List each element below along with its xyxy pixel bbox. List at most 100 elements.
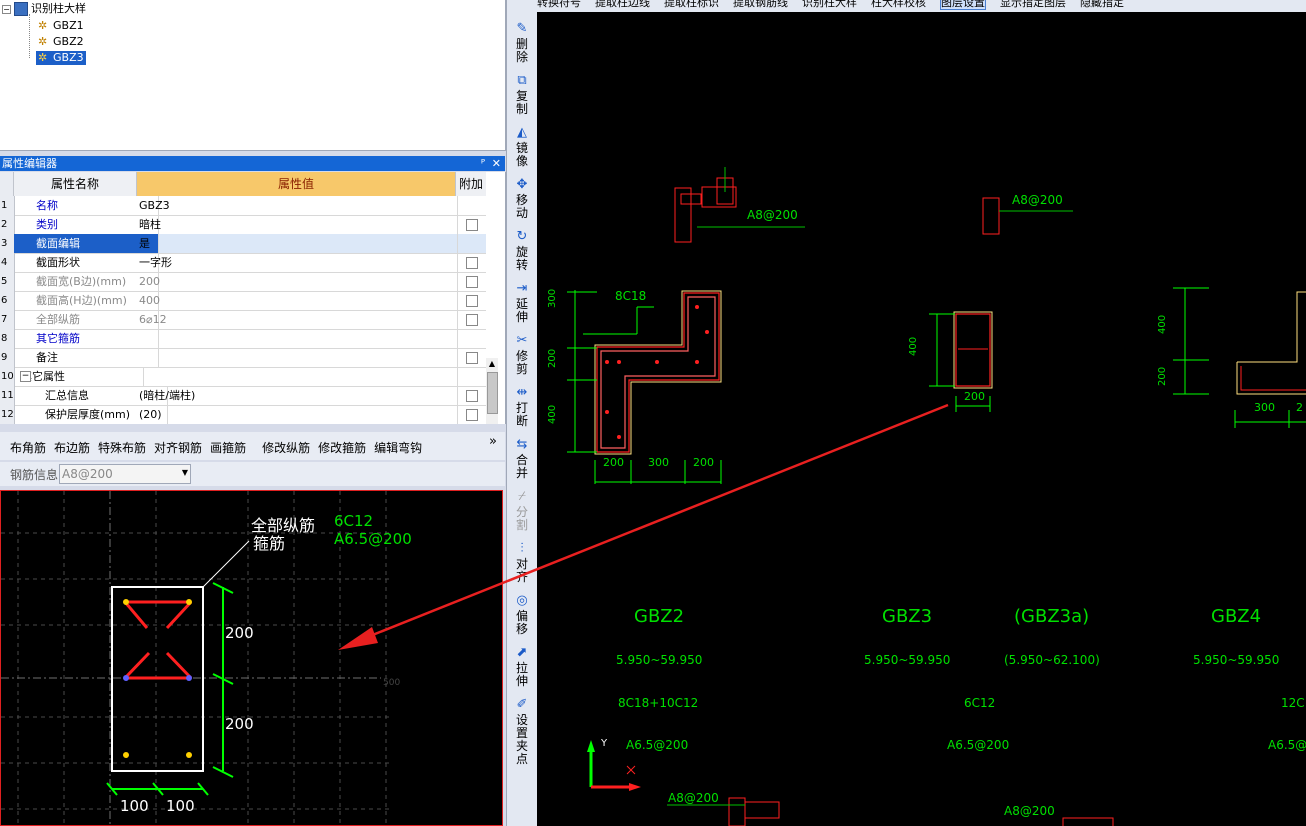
prop-value[interactable]: (暗柱/端柱) bbox=[137, 386, 458, 405]
rebar-tool-button[interactable]: 编辑弯钩 bbox=[374, 441, 422, 455]
trim-icon: ✂ bbox=[516, 333, 528, 348]
gear-icon: ✲ bbox=[38, 35, 48, 48]
section-drawing bbox=[1, 491, 393, 825]
prop-row[interactable]: 6 截面高(H边)(mm) 400 bbox=[0, 291, 486, 311]
prop-row[interactable]: 5 截面宽(B边)(mm) 200 bbox=[0, 272, 486, 292]
prop-row[interactable]: 3 截面编辑是 bbox=[0, 234, 486, 254]
prop-header: 属性名称 属性值 附加 bbox=[0, 172, 486, 196]
cad-toolbar: 转换符号 提取柱边线 提取柱标识 提取钢筋线 识别柱大样 柱大样校核 图层设置 显示指定图层 隐… bbox=[537, 0, 1306, 12]
tool-merge[interactable]: ⇆ 合并 bbox=[507, 438, 537, 480]
prop-value[interactable]: 200 bbox=[137, 272, 458, 291]
prop-row[interactable]: 11 汇总信息 (暗柱/端柱) bbox=[0, 386, 486, 406]
pin-icon[interactable]: ᴾ bbox=[481, 156, 485, 171]
prop-value[interactable]: 400 bbox=[137, 291, 458, 310]
prop-value[interactable]: 一字形 bbox=[137, 253, 458, 272]
prop-row[interactable]: 7 全部纵筋 6⌀12 bbox=[0, 310, 486, 330]
row-number: 5 bbox=[0, 272, 15, 291]
header-value: 属性值 bbox=[137, 172, 456, 196]
row-number: 4 bbox=[0, 253, 15, 272]
stretch-icon: ⬈ bbox=[516, 645, 528, 660]
tool-align[interactable]: ⫶ 对齐 bbox=[507, 542, 537, 584]
rebar-info-bar: 钢筋信息 A8@200 ▼ bbox=[0, 462, 505, 486]
checkbox[interactable] bbox=[466, 352, 478, 364]
tool-break[interactable]: ⇹ 打断 bbox=[507, 386, 537, 428]
tree-item-gbz2[interactable]: ✲ GBZ2 bbox=[38, 35, 84, 49]
row-number: 7 bbox=[0, 310, 15, 329]
rebar-tool-button[interactable]: 画箍筋 bbox=[210, 441, 246, 455]
top-tool-button[interactable]: 提取钢筋线 bbox=[733, 0, 788, 9]
prop-value[interactable] bbox=[137, 348, 458, 367]
prop-row[interactable]: 4 截面形状 一字形 bbox=[0, 253, 486, 273]
prop-value[interactable] bbox=[137, 367, 458, 386]
gear-icon: ✲ bbox=[38, 51, 48, 64]
prop-value[interactable] bbox=[137, 329, 458, 348]
move-icon: ✥ bbox=[516, 177, 528, 192]
checkbox[interactable] bbox=[466, 276, 478, 288]
tree-item-gbz1[interactable]: ✲ GBZ1 bbox=[38, 19, 84, 33]
top-tool-button[interactable]: 提取柱边线 bbox=[595, 0, 650, 9]
tool-brush[interactable]: ✎ 删除 bbox=[507, 22, 537, 64]
rebar-tool-button[interactable]: 对齐钢筋 bbox=[154, 441, 202, 455]
cad-canvas[interactable]: A8@200 A8@200 8C18 300 200 400 200 300 2… bbox=[537, 12, 1306, 826]
prop-value[interactable]: (20) bbox=[137, 405, 458, 424]
prop-grid: 属性名称 属性值 附加 1 名称 GBZ3 2 类别 暗柱 3 截面编辑是 4 截面形状 一字形 5 截… bbox=[0, 172, 506, 424]
prop-extra bbox=[456, 291, 486, 310]
copy-icon: ⧉ bbox=[517, 73, 527, 88]
top-tool-button[interactable]: 柱大样校核 bbox=[871, 0, 926, 9]
tool-mirror[interactable]: ◭ 镜像 bbox=[507, 126, 537, 168]
tree-panel: − 识别柱大样 ✲ GBZ1 ✲ GBZ2 ✲ GBZ3 bbox=[0, 0, 506, 151]
gear-icon: ✲ bbox=[38, 19, 48, 32]
row-number: 8 bbox=[0, 329, 15, 348]
prop-row[interactable]: 12 保护层厚度(mm) (20) bbox=[0, 405, 486, 424]
tool-rotate[interactable]: ↻ 旋转 bbox=[507, 230, 537, 272]
top-tool-button[interactable]: 识别柱大样 bbox=[802, 0, 857, 9]
checkbox[interactable] bbox=[466, 314, 478, 326]
rebar-info-select[interactable]: A8@200 ▼ bbox=[59, 464, 191, 484]
tool-offset[interactable]: ◎ 偏移 bbox=[507, 594, 537, 636]
tool-trim[interactable]: ✂ 修剪 bbox=[507, 334, 537, 376]
checkbox[interactable] bbox=[466, 295, 478, 307]
rebar-tool-button[interactable]: 布角筋 bbox=[10, 441, 46, 455]
prop-value[interactable]: 6⌀12 bbox=[137, 310, 458, 329]
tree-item-gbz3[interactable]: ✲ GBZ3 bbox=[36, 51, 86, 65]
tree-root[interactable]: − 识别柱大样 bbox=[2, 2, 86, 16]
top-tool-button[interactable]: 显示指定图层 bbox=[1000, 0, 1066, 9]
top-tool-button[interactable]: 提取柱标识 bbox=[664, 0, 719, 9]
tool-move[interactable]: ✥ 移动 bbox=[507, 178, 537, 220]
expand-minus-icon[interactable]: − bbox=[2, 5, 11, 14]
prop-row[interactable]: 9 备注 bbox=[0, 348, 486, 368]
top-tool-button[interactable]: 图层设置 bbox=[940, 0, 986, 10]
brush-icon: ✎ bbox=[516, 21, 528, 36]
prop-editor-titlebar: 属性编辑器 ᴾ ✕ bbox=[0, 156, 505, 171]
rebar-tool-button[interactable]: 特殊布筋 bbox=[98, 441, 146, 455]
top-tool-button[interactable]: 隐藏指定 bbox=[1080, 0, 1124, 9]
rebar-tool-button[interactable]: 布边筋 bbox=[54, 441, 90, 455]
rebar-tool-button[interactable]: 修改箍筋 bbox=[318, 441, 366, 455]
rebar-tool-button[interactable]: 修改纵筋 bbox=[262, 441, 310, 455]
checkbox[interactable] bbox=[466, 390, 478, 402]
prop-row[interactable]: 1 名称 GBZ3 bbox=[0, 196, 486, 216]
split-icon: ⌿ bbox=[518, 489, 526, 504]
tool-extend[interactable]: ⇥ 延伸 bbox=[507, 282, 537, 324]
close-icon[interactable]: ✕ bbox=[492, 156, 501, 171]
checkbox[interactable] bbox=[466, 257, 478, 269]
section-canvas[interactable]: 全部纵筋 6C12 箍筋 A6.5@200 200 200 100 100 50… bbox=[0, 490, 503, 826]
prop-row[interactable]: 10 其它属性 − bbox=[0, 367, 486, 387]
prop-extra bbox=[456, 386, 486, 405]
prop-row[interactable]: 2 类别 暗柱 bbox=[0, 215, 486, 235]
prop-value[interactable]: GBZ3 bbox=[137, 196, 458, 215]
row-number: 12 bbox=[0, 405, 15, 424]
tool-stretch[interactable]: ⬈ 拉伸 bbox=[507, 646, 537, 688]
prop-row[interactable]: 8 其它箍筋 bbox=[0, 329, 486, 349]
more-icon[interactable]: » bbox=[489, 434, 497, 449]
tool-split[interactable]: ⌿ 分割 bbox=[507, 490, 537, 532]
tool-copy[interactable]: ⧉ 复制 bbox=[507, 74, 537, 116]
collapse-icon[interactable]: − bbox=[20, 371, 31, 382]
scrollbar[interactable]: ▲ ▼ bbox=[486, 358, 498, 424]
checkbox[interactable] bbox=[466, 219, 478, 231]
top-tool-button[interactable]: 转换符号 bbox=[537, 0, 581, 9]
prop-value[interactable]: 暗柱 bbox=[137, 215, 458, 234]
tool-grip[interactable]: ✐ 设置夹点 bbox=[507, 698, 537, 766]
checkbox[interactable] bbox=[466, 409, 478, 421]
prop-value[interactable]: 是 bbox=[137, 234, 458, 253]
